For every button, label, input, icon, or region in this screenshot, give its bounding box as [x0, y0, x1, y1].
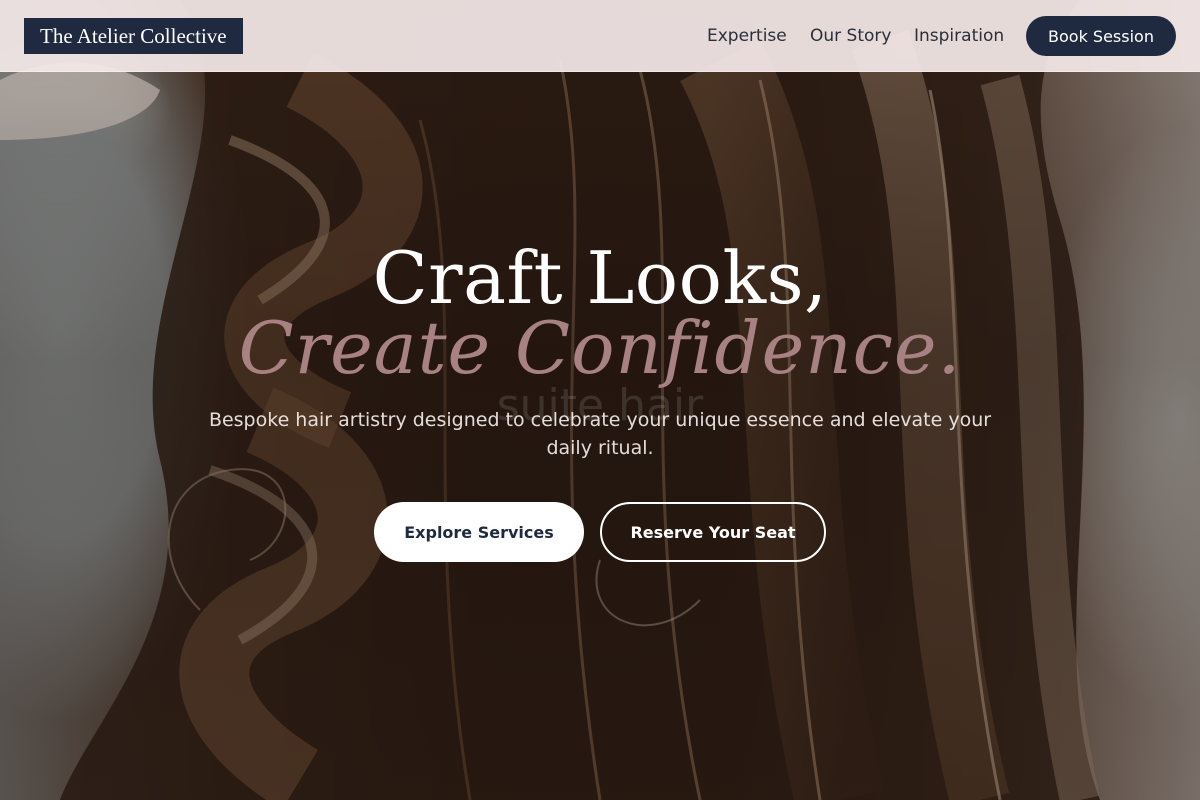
nav-link-inspiration[interactable]: Inspiration — [914, 24, 1004, 48]
book-session-button[interactable]: Book Session — [1026, 16, 1176, 56]
brand-logo[interactable]: The Atelier Collective — [24, 18, 243, 54]
hero-subtitle: Bespoke hair artistry designed to celebr… — [208, 409, 992, 459]
nav-link-our-story[interactable]: Our Story — [810, 24, 891, 48]
hero-headline-accent: Create Confidence. — [238, 306, 962, 390]
reserve-seat-button[interactable]: Reserve Your Seat — [600, 502, 826, 562]
explore-services-button[interactable]: Explore Services — [374, 502, 584, 562]
site-header: The Atelier Collective Expertise Our Sto… — [0, 0, 1200, 72]
nav-link-expertise[interactable]: Expertise — [707, 24, 787, 48]
